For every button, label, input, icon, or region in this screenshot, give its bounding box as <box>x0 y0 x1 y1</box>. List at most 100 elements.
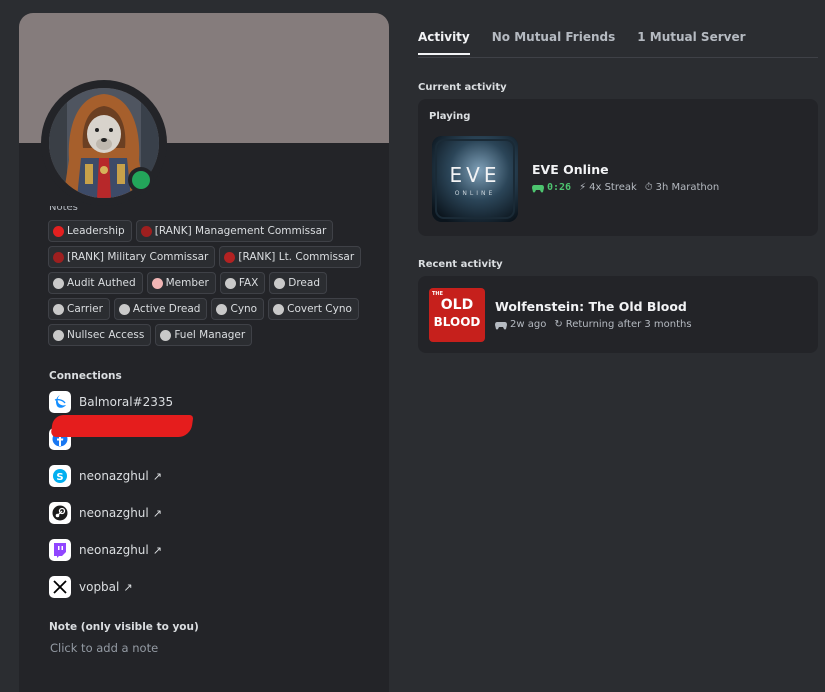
role-label: Fuel Manager <box>174 329 246 341</box>
role-color-dot <box>224 277 236 289</box>
role-label: Covert Cyno <box>287 303 352 315</box>
session-time: 0:26 <box>532 182 571 193</box>
role-tag[interactable]: Active Dread <box>113 298 208 320</box>
recent-game-name: Wolfenstein: The Old Blood <box>495 299 687 314</box>
svg-text:S: S <box>56 472 63 483</box>
role-label: Active Dread <box>132 303 201 315</box>
twitch-icon <box>49 539 71 561</box>
tab-mutual-servers[interactable]: 1 Mutual Server <box>637 30 745 55</box>
role-label: Carrier <box>67 303 103 315</box>
connection-steam[interactable]: neonazghul ↗ <box>49 501 162 525</box>
last-played: 2w ago <box>495 319 546 330</box>
role-color-dot <box>140 225 152 237</box>
tab-activity[interactable]: Activity <box>418 30 470 55</box>
tabs-divider <box>418 57 818 58</box>
external-link-icon: ↗ <box>123 580 133 594</box>
current-activity-meta: 0:26 ⚡ 4x Streak ⏱ 3h Marathon <box>532 182 727 193</box>
external-link-icon: ↗ <box>152 506 162 520</box>
role-tag[interactable]: [RANK] Military Commissar <box>48 246 216 268</box>
role-tag[interactable]: Nullsec Access <box>48 324 152 346</box>
role-color-dot <box>53 251 64 263</box>
role-tag[interactable]: Member <box>146 272 216 294</box>
recent-activity-heading: Recent activity <box>418 259 503 270</box>
connection-battlenet[interactable]: Balmoral#2335 <box>49 390 177 414</box>
refresh-icon: ↻ <box>554 319 563 330</box>
connections-heading: Connections <box>49 370 122 382</box>
external-link-icon: ↗ <box>152 469 162 483</box>
role-label: [RANK] Management Commissar <box>154 225 327 237</box>
role-tag[interactable]: FAX <box>219 272 266 294</box>
role-color-dot <box>53 277 64 289</box>
role-tag[interactable]: Audit Authed <box>48 272 143 294</box>
recent-activity-card[interactable]: THE OLD BLOOD Wolfenstein: The Old Blood… <box>418 276 818 353</box>
x-icon <box>49 576 71 598</box>
marathon-value: 3h Marathon <box>655 182 720 193</box>
connection-account-name: neonazghul <box>79 469 149 483</box>
cover-old: OLD <box>440 297 474 313</box>
last-played-value: 2w ago <box>510 319 547 330</box>
profile-window: Notes Leadership [RANK] Management Commis… <box>0 0 825 692</box>
profile-tabs: Activity No Mutual Friends 1 Mutual Serv… <box>418 30 746 55</box>
connection-account-name: Balmoral#2335 <box>79 395 174 409</box>
eve-online-cover: EVE ONLINE <box>432 136 518 222</box>
redacted-name <box>50 415 194 437</box>
role-color-dot <box>53 329 64 341</box>
steam-icon <box>49 502 71 524</box>
gamepad-icon <box>532 184 544 192</box>
session-time-value: 0:26 <box>547 182 572 193</box>
role-color-dot <box>273 303 285 315</box>
current-game-name: EVE Online <box>532 162 609 177</box>
role-tag[interactable]: Leadership <box>48 220 132 242</box>
role-tag[interactable]: Dread <box>269 272 327 294</box>
role-color-dot <box>118 303 130 315</box>
connection-x[interactable]: vopbal ↗ <box>49 575 133 599</box>
skype-icon: S <box>49 465 71 487</box>
role-tag[interactable]: Fuel Manager <box>155 324 253 346</box>
role-color-dot <box>151 277 163 289</box>
playing-label: Playing <box>429 111 471 122</box>
role-tag[interactable]: Covert Cyno <box>268 298 359 320</box>
role-tag[interactable]: Carrier <box>48 298 110 320</box>
role-label: Member <box>165 277 209 289</box>
connection-account-name: neonazghul <box>79 506 149 520</box>
note-label: Note (only visible to you) <box>49 621 199 633</box>
returning-status-value: Returning after 3 months <box>565 319 692 330</box>
connection-account-name: neonazghul <box>79 543 149 557</box>
role-label: [RANK] Lt. Commissar <box>238 251 355 263</box>
role-color-dot <box>160 329 172 341</box>
notes-heading: Notes <box>49 206 78 213</box>
connection-twitch[interactable]: neonazghul ↗ <box>49 538 162 562</box>
role-label: Leadership <box>67 225 125 237</box>
role-color-dot <box>216 303 228 315</box>
role-label: Cyno <box>230 303 258 315</box>
external-link-icon: ↗ <box>152 543 162 557</box>
stopwatch-icon: ⏱ <box>644 182 653 193</box>
online-status-indicator <box>128 167 154 193</box>
role-tag[interactable]: [RANK] Management Commissar <box>135 220 334 242</box>
eve-logo: EVE <box>449 163 501 187</box>
lightning-icon: ⚡ <box>579 182 587 193</box>
battlenet-icon <box>49 391 71 413</box>
role-color-dot <box>53 303 64 315</box>
marathon: ⏱ 3h Marathon <box>645 182 719 193</box>
wolfenstein-cover: THE OLD BLOOD <box>429 288 485 342</box>
role-color-dot <box>224 251 236 263</box>
role-list: Leadership [RANK] Management Commissar [RA… <box>48 220 378 346</box>
recent-activity-meta: 2w ago ↻ Returning after 3 months <box>495 319 700 330</box>
current-activity-card[interactable]: Playing EVE ONLINE EVE Online 0:26 ⚡ 4x … <box>418 99 818 236</box>
role-label: Dread <box>288 277 320 289</box>
role-label: [RANK] Military Commissar <box>67 251 209 263</box>
role-tag[interactable]: Cyno <box>211 298 265 320</box>
current-activity-heading: Current activity <box>418 82 507 93</box>
role-label: FAX <box>238 277 259 289</box>
connection-skype[interactable]: Sneonazghul ↗ <box>49 464 162 488</box>
returning-status: ↻ Returning after 3 months <box>554 319 691 330</box>
role-color-dot <box>274 277 286 289</box>
tab-mutual-friends[interactable]: No Mutual Friends <box>492 30 616 55</box>
note-input[interactable]: Click to add a note <box>50 641 158 655</box>
connection-account-name: vopbal <box>79 580 120 594</box>
role-tag[interactable]: [RANK] Lt. Commissar <box>219 246 362 268</box>
cover-blood: BLOOD <box>433 315 481 329</box>
role-color-dot <box>53 225 64 237</box>
role-label: Audit Authed <box>67 277 136 289</box>
